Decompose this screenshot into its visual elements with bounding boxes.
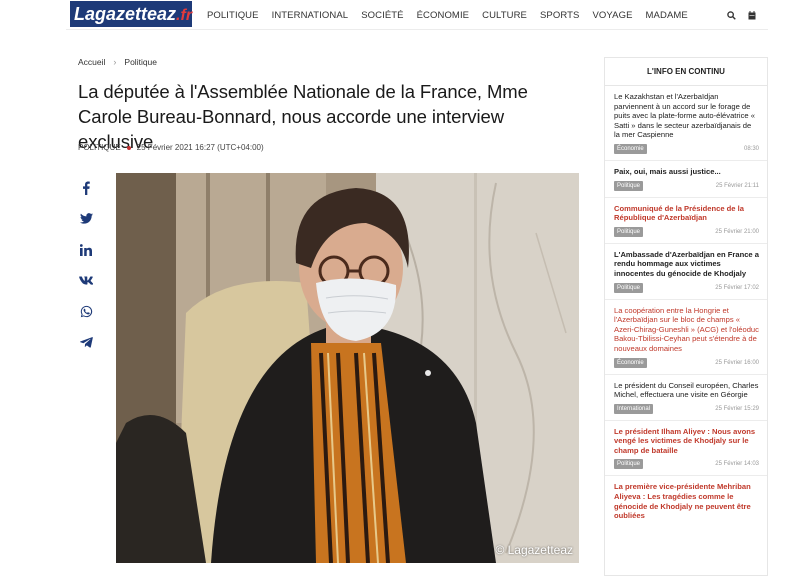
sidebar-item[interactable]: L'Ambassade d'Azerbaïdjan en France a re… [605,244,767,300]
whatsapp-icon[interactable] [76,296,96,327]
site-logo[interactable]: Lagazetteaz.fr [70,1,192,27]
sidebar-item-badge[interactable]: Économie [614,143,647,154]
sidebar-item[interactable]: La première vice-présidente Mehriban Ali… [605,476,767,526]
sidebar-item-badge[interactable]: International [614,403,654,414]
nav-economie[interactable]: ÉCONOMIE [417,10,470,21]
nav-culture[interactable]: CULTURE [482,10,527,21]
sidebar-item-time: 25 Février 16:00 [715,359,759,366]
sidebar-item-text[interactable]: Le président Ilham Aliyev : Nous avons v… [614,427,759,456]
sidebar-item-time: 25 Février 21:00 [715,228,759,235]
sidebar-item-text[interactable]: Communiqué de la Présidence de la Républ… [614,204,759,223]
sidebar-item-text[interactable]: Le Kazakhstan et l'Azerbaïdjan parvienne… [614,92,759,140]
sidebar-item-badge[interactable]: Politique [614,226,644,237]
breadcrumb-section[interactable]: Politique [124,57,157,67]
linkedin-icon[interactable] [76,234,96,265]
logo-suffix: .fr [176,7,193,24]
sidebar-item-text[interactable]: Paix, oui, mais aussi justice... [614,167,759,177]
nav-madame[interactable]: MADAME [646,10,688,21]
nav-sports[interactable]: SPORTS [540,10,580,21]
logo-text: Lagazetteaz [74,4,177,24]
breadcrumb: Accueil › Politique [78,57,157,67]
sidebar-title: L'INFO EN CONTINU [605,58,767,86]
sidebar-item-badge[interactable]: Politique [614,459,644,470]
vk-icon[interactable] [76,265,96,296]
sidebar-item-time: 08:30 [743,145,759,152]
sidebar-item[interactable]: Le président du Conseil européen, Charle… [605,375,767,421]
article-category[interactable]: POLITIQUE [78,143,121,152]
news-sidebar: L'INFO EN CONTINU Le Kazakhstan et l'Aze… [604,57,768,576]
header-icons [727,0,756,30]
sidebar-item-text[interactable]: Le président du Conseil européen, Charle… [614,381,759,400]
sidebar-item-badge[interactable]: Politique [614,282,644,293]
twitter-icon[interactable] [76,203,96,234]
sidebar-item[interactable]: Paix, oui, mais aussi justice... Politiq… [605,161,767,198]
nav-societe[interactable]: SOCIÉTÉ [361,10,403,21]
facebook-icon[interactable] [76,172,96,203]
article-date: 25 Février 2021 16:27 (UTC+04:00) [136,143,264,152]
main-nav: POLITIQUE INTERNATIONAL SOCIÉTÉ ÉCONOMIE… [207,0,701,30]
article-photo: © Lagazetteaz [116,173,579,563]
nav-international[interactable]: INTERNATIONAL [272,10,349,21]
meta-dot-icon [126,145,131,150]
page: Lagazetteaz.fr POLITIQUE INTERNATIONAL S… [0,0,800,576]
photo-illustration [116,173,579,563]
sidebar-item[interactable]: Le Kazakhstan et l'Azerbaïdjan parvienne… [605,86,767,161]
sidebar-item[interactable]: La coopération entre la Hongrie et l'Aze… [605,300,767,375]
article-meta: POLITIQUE 25 Février 2021 16:27 (UTC+04:… [78,143,264,152]
chevron-right-icon: › [113,57,117,67]
sidebar-item-time: 25 Février 15:29 [715,405,759,412]
nav-voyage[interactable]: VOYAGE [593,10,633,21]
photo-watermark: © Lagazetteaz [495,543,573,557]
sidebar-item[interactable]: Communiqué de la Présidence de la Républ… [605,198,767,244]
breadcrumb-home[interactable]: Accueil [78,57,105,67]
sidebar-item-time: 25 Février 17:02 [715,284,759,291]
calendar-icon[interactable] [748,10,756,20]
sidebar-item[interactable]: Le président Ilham Aliyev : Nous avons v… [605,421,767,477]
sidebar-item-text[interactable]: La première vice-présidente Mehriban Ali… [614,482,759,520]
telegram-icon[interactable] [76,327,96,358]
sidebar-item-badge[interactable]: Économie [614,357,647,368]
sidebar-item-text[interactable]: La coopération entre la Hongrie et l'Aze… [614,306,759,354]
sidebar-item-text[interactable]: L'Ambassade d'Azerbaïdjan en France a re… [614,250,759,279]
share-bar [76,172,96,358]
sidebar-item-time: 25 Février 14:03 [715,461,759,468]
search-icon[interactable] [727,10,736,20]
nav-politique[interactable]: POLITIQUE [207,10,259,21]
site-header: Lagazetteaz.fr POLITIQUE INTERNATIONAL S… [66,0,768,30]
sidebar-item-time: 25 Février 21:11 [715,182,759,189]
sidebar-item-badge[interactable]: Politique [614,180,644,191]
